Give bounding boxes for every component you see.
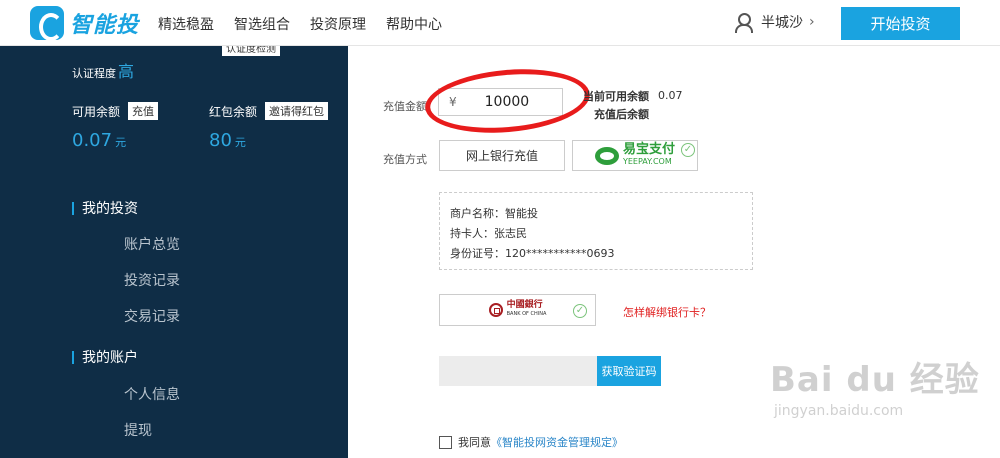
- nav-item-investment-principle[interactable]: 投资原理: [310, 14, 366, 34]
- bank-card-option[interactable]: 中國銀行 BANK OF CHINA ✓: [439, 294, 596, 326]
- id-number: 身份证号：120***********0693: [450, 247, 615, 260]
- cert-check-tag[interactable]: 认证度检测: [222, 46, 280, 56]
- redpack-balance: 80 元: [209, 130, 246, 151]
- agree-checkbox[interactable]: [439, 435, 452, 449]
- cert-label: 认证程度: [72, 67, 116, 80]
- card-info-box: 商户名称：智能投 持卡人：张志民 身份证号：120***********0693: [439, 192, 753, 270]
- invite-redpack-button[interactable]: 邀请得红包: [265, 102, 329, 120]
- current-balance-label: 当前可用余额: [583, 90, 649, 103]
- yeepay-icon: [594, 146, 619, 165]
- get-code-button[interactable]: 获取验证码: [597, 356, 661, 386]
- user-menu[interactable]: 半城沙 ›: [735, 12, 815, 33]
- online-banking-option[interactable]: 网上银行充值: [439, 140, 565, 171]
- redpack-balance-value: 80: [209, 130, 232, 151]
- top-navigation-bar: 智能投 精选稳盈 智选组合 投资原理 帮助中心 半城沙 › 开始投资: [0, 0, 1000, 46]
- online-banking-label: 网上银行充值: [465, 149, 538, 163]
- sidebar-item-investment-records[interactable]: 投资记录: [124, 270, 180, 290]
- card-holder: 持卡人：张志民: [450, 227, 527, 240]
- section-my-investment[interactable]: 我的投资: [72, 198, 138, 218]
- sidebar-item-personal-info[interactable]: 个人信息: [124, 384, 180, 404]
- nav-item-smart-portfolio[interactable]: 智选组合: [234, 14, 290, 34]
- unbind-card-link[interactable]: 怎样解绑银行卡？: [623, 304, 711, 320]
- cert-level-value: 高: [118, 62, 135, 81]
- bank-of-china-icon: [488, 303, 503, 317]
- agree-text: 我同意: [458, 436, 491, 449]
- available-balance-label: 可用余额: [72, 104, 121, 119]
- logo[interactable]: 智能投: [30, 5, 139, 41]
- yeepay-en-text: YEEPAY.COM: [622, 156, 672, 166]
- amount-label: 充值金额: [383, 100, 427, 113]
- redpack-balance-label-row: 红包余额 邀请得红包: [209, 102, 329, 120]
- start-investing-button[interactable]: 开始投资: [841, 7, 960, 40]
- amount-value: 10000: [484, 94, 530, 110]
- available-balance-label-row: 可用余额 充值: [72, 102, 159, 120]
- bank-of-china-logo: 中國銀行 BANK OF CHINA: [488, 300, 547, 319]
- current-balance-value: 0.07: [658, 89, 683, 102]
- boc-en-text: BANK OF CHINA: [506, 311, 547, 317]
- main-nav: 精选稳盈 智选组合 投资原理 帮助中心: [158, 14, 442, 34]
- after-balance-label: 充值后余额: [594, 108, 649, 121]
- cert-level-row: 认证程度 高: [72, 58, 134, 82]
- baidu-watermark: Bai du 经验 jingyan.baidu.com: [770, 352, 980, 419]
- sidebar-item-account-overview[interactable]: 账户总览: [124, 234, 180, 254]
- selected-check-icon: ✓: [681, 143, 695, 157]
- section-my-account[interactable]: 我的账户: [72, 347, 138, 367]
- available-balance-unit: 元: [115, 136, 127, 149]
- redpack-balance-unit: 元: [234, 136, 246, 149]
- amount-input[interactable]: ¥ 10000: [438, 88, 563, 116]
- verification-code-input[interactable]: [439, 356, 597, 386]
- merchant-name: 商户名称：智能投: [450, 207, 538, 220]
- section-marker: [72, 201, 74, 215]
- available-balance: 0.07 元: [72, 130, 126, 151]
- method-label: 充值方式: [383, 153, 427, 166]
- user-icon: [735, 13, 753, 33]
- yeepay-logo: 易宝支付 YEEPAY.COM: [594, 141, 675, 168]
- boc-cn-text: 中國銀行: [506, 300, 543, 310]
- sidebar-item-transaction-records[interactable]: 交易记录: [124, 306, 180, 326]
- currency-symbol: ¥: [449, 95, 457, 109]
- section-title: 我的投资: [82, 201, 138, 217]
- sidebar: 认证度检测 认证程度 高 可用余额 充值 0.07 元 红包余额 邀请得红包 80…: [0, 46, 348, 458]
- recharge-button[interactable]: 充值: [128, 102, 159, 120]
- logo-text: 智能投: [70, 13, 140, 38]
- nav-item-selected-steady[interactable]: 精选稳盈: [158, 14, 214, 34]
- agreement-row: 我同意 《智能投网资金管理规定》: [439, 434, 623, 450]
- section-title: 我的账户: [82, 350, 138, 366]
- bank-check-icon: ✓: [573, 304, 587, 318]
- section-marker: [72, 350, 74, 364]
- watermark-main: Bai du 经验: [770, 360, 980, 400]
- redpack-balance-label: 红包余额: [209, 104, 258, 119]
- nav-item-help-center[interactable]: 帮助中心: [386, 14, 442, 34]
- watermark-sub: jingyan.baidu.com: [774, 403, 904, 419]
- agreement-link[interactable]: 《智能投网资金管理规定》: [491, 434, 623, 450]
- yeepay-option[interactable]: 易宝支付 YEEPAY.COM ✓: [572, 140, 698, 171]
- logo-icon: [30, 6, 64, 41]
- username: 半城沙: [761, 15, 803, 31]
- yeepay-cn-text: 易宝支付: [622, 141, 675, 157]
- sidebar-item-withdraw[interactable]: 提现: [124, 420, 152, 440]
- chevron-right-icon: ›: [809, 14, 815, 30]
- available-balance-value: 0.07: [72, 130, 113, 151]
